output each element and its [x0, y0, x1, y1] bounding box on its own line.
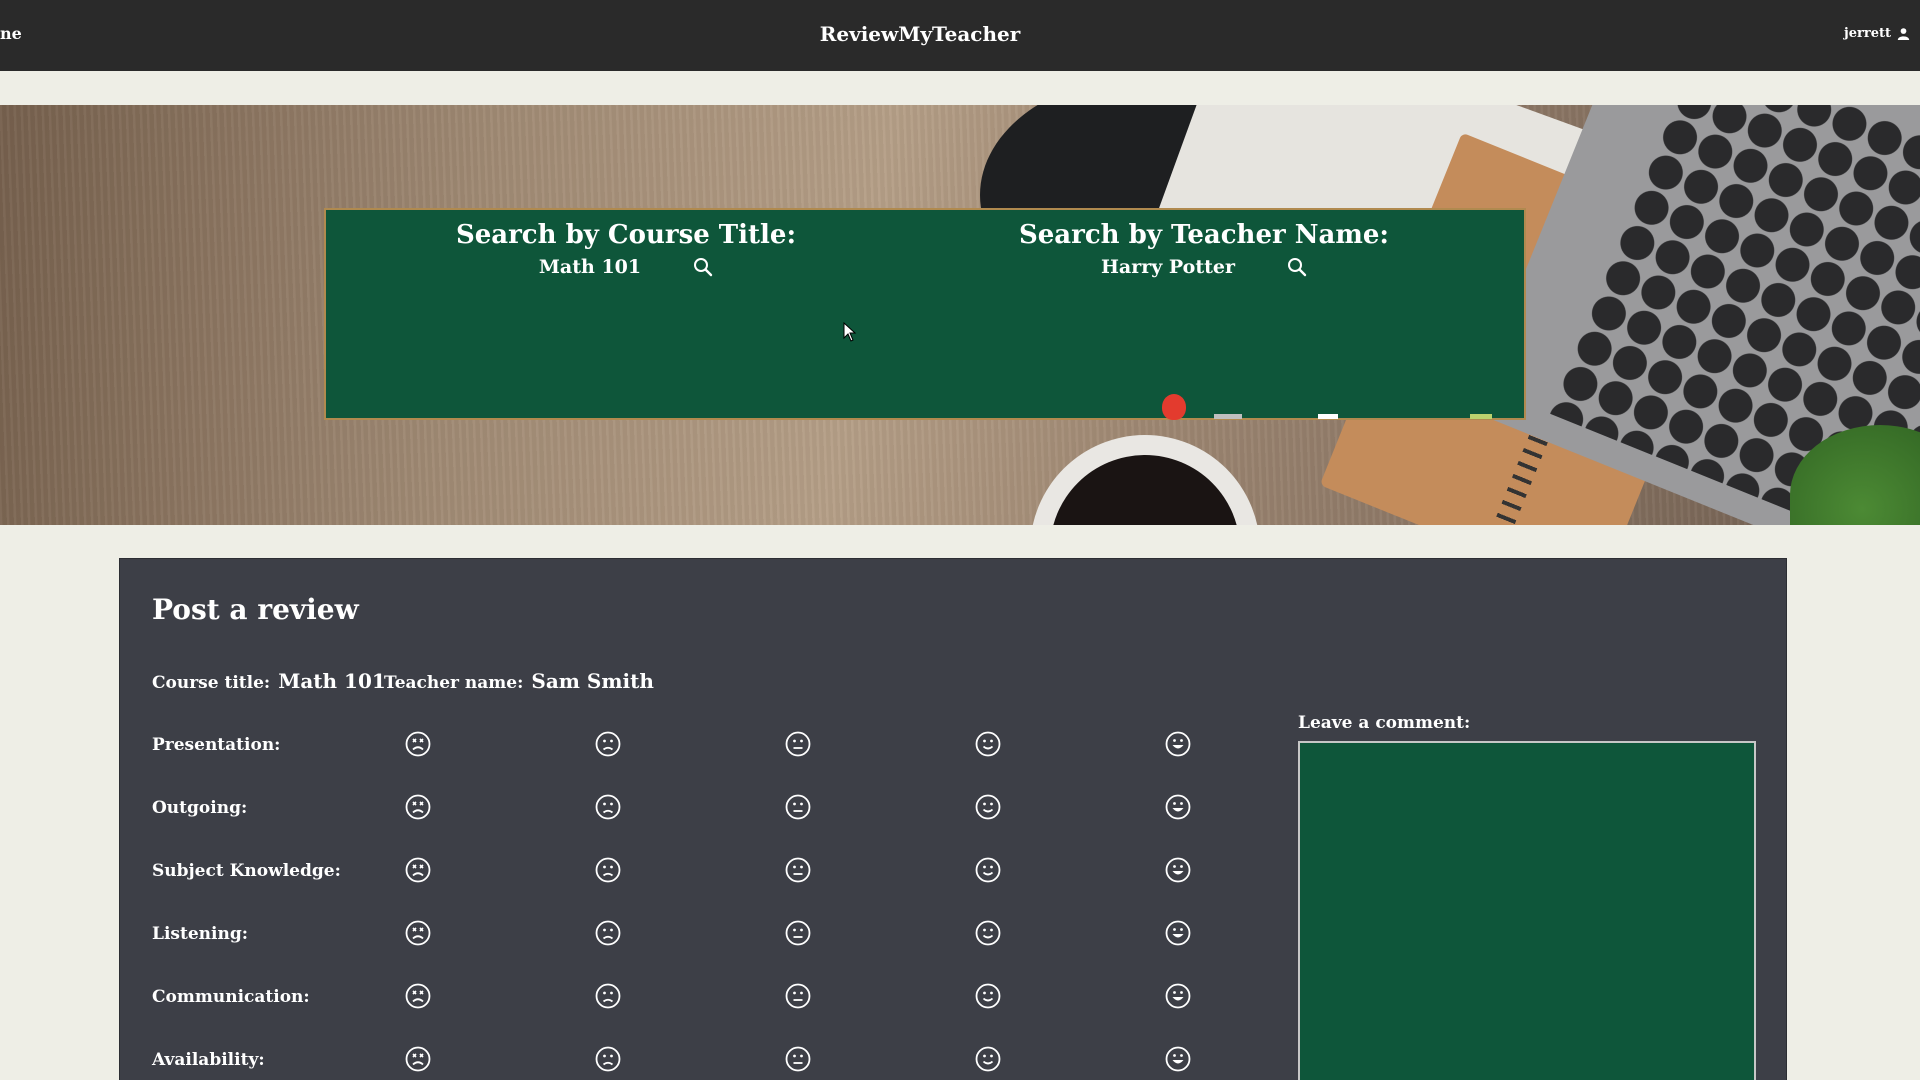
big-smile-face-icon[interactable]: [1165, 794, 1191, 820]
course-search-heading: Search by Course Title:: [455, 220, 797, 250]
apple-decoration: [1162, 394, 1186, 420]
search-icon[interactable]: [1287, 257, 1307, 277]
chalk-piece: [1318, 414, 1338, 419]
user-menu[interactable]: jerrett: [1844, 26, 1910, 41]
user-icon: [1897, 28, 1910, 40]
sad-face-icon[interactable]: [595, 920, 621, 946]
sad-face-icon[interactable]: [595, 983, 621, 1009]
smile-face-icon[interactable]: [975, 731, 1001, 757]
neutral-face-icon[interactable]: [785, 920, 811, 946]
teacher-search-heading: Search by Teacher Name:: [1018, 220, 1390, 250]
review-title: Post a review: [152, 593, 359, 626]
chalk-piece: [1470, 414, 1492, 419]
teacher-name-value: Sam Smith: [531, 669, 654, 693]
comment-textarea[interactable]: [1298, 741, 1756, 1080]
very-sad-face-icon[interactable]: [405, 1046, 431, 1072]
very-sad-face-icon[interactable]: [405, 920, 431, 946]
search-icon[interactable]: [693, 257, 713, 277]
neutral-face-icon[interactable]: [785, 1046, 811, 1072]
mouse-cursor-icon: [843, 322, 857, 342]
teacher-search-input[interactable]: Harry Potter: [1101, 256, 1235, 278]
post-review-panel: Post a review Course title: Math 101 Teac…: [119, 558, 1787, 1080]
username: jerrett: [1844, 26, 1891, 41]
very-sad-face-icon[interactable]: [405, 731, 431, 757]
chalk-piece: [1214, 414, 1242, 419]
very-sad-face-icon[interactable]: [405, 794, 431, 820]
comment-label: Leave a comment:: [1298, 713, 1471, 733]
big-smile-face-icon[interactable]: [1165, 857, 1191, 883]
course-search-input[interactable]: Math 101: [539, 256, 641, 278]
neutral-face-icon[interactable]: [785, 794, 811, 820]
big-smile-face-icon[interactable]: [1165, 920, 1191, 946]
teacher-name-label: Teacher name:: [384, 673, 524, 693]
sad-face-icon[interactable]: [595, 731, 621, 757]
smile-face-icon[interactable]: [975, 857, 1001, 883]
brand-title[interactable]: ReviewMyTeacher: [0, 22, 1840, 46]
neutral-face-icon[interactable]: [785, 983, 811, 1009]
very-sad-face-icon[interactable]: [405, 857, 431, 883]
big-smile-face-icon[interactable]: [1165, 1046, 1191, 1072]
course-title-field: Course title: Math 101: [152, 669, 386, 693]
very-sad-face-icon[interactable]: [405, 983, 431, 1009]
rating-criterion-label: Availability:: [152, 1050, 265, 1070]
course-search: Search by Course Title: Math 101: [326, 220, 926, 278]
smile-face-icon[interactable]: [975, 794, 1001, 820]
search-chalkboard: Search by Course Title: Math 101 Search …: [324, 208, 1526, 420]
smile-face-icon[interactable]: [975, 920, 1001, 946]
sad-face-icon[interactable]: [595, 1046, 621, 1072]
teacher-search: Search by Teacher Name: Harry Potter: [904, 220, 1504, 278]
teacher-name-field: Teacher name: Sam Smith: [384, 669, 654, 693]
rating-criterion-label: Outgoing:: [152, 798, 248, 818]
big-smile-face-icon[interactable]: [1165, 731, 1191, 757]
sad-face-icon[interactable]: [595, 794, 621, 820]
rating-criterion-label: Communication:: [152, 987, 310, 1007]
rating-criterion-label: Subject Knowledge:: [152, 861, 341, 881]
smile-face-icon[interactable]: [975, 983, 1001, 1009]
big-smile-face-icon[interactable]: [1165, 983, 1191, 1009]
rating-criterion-label: Presentation:: [152, 735, 281, 755]
sad-face-icon[interactable]: [595, 857, 621, 883]
course-title-label: Course title:: [152, 673, 271, 693]
course-title-value: Math 101: [278, 669, 386, 693]
rating-criterion-label: Listening:: [152, 924, 248, 944]
smile-face-icon[interactable]: [975, 1046, 1001, 1072]
top-navbar: ne ReviewMyTeacher jerrett: [0, 0, 1920, 71]
neutral-face-icon[interactable]: [785, 731, 811, 757]
neutral-face-icon[interactable]: [785, 857, 811, 883]
